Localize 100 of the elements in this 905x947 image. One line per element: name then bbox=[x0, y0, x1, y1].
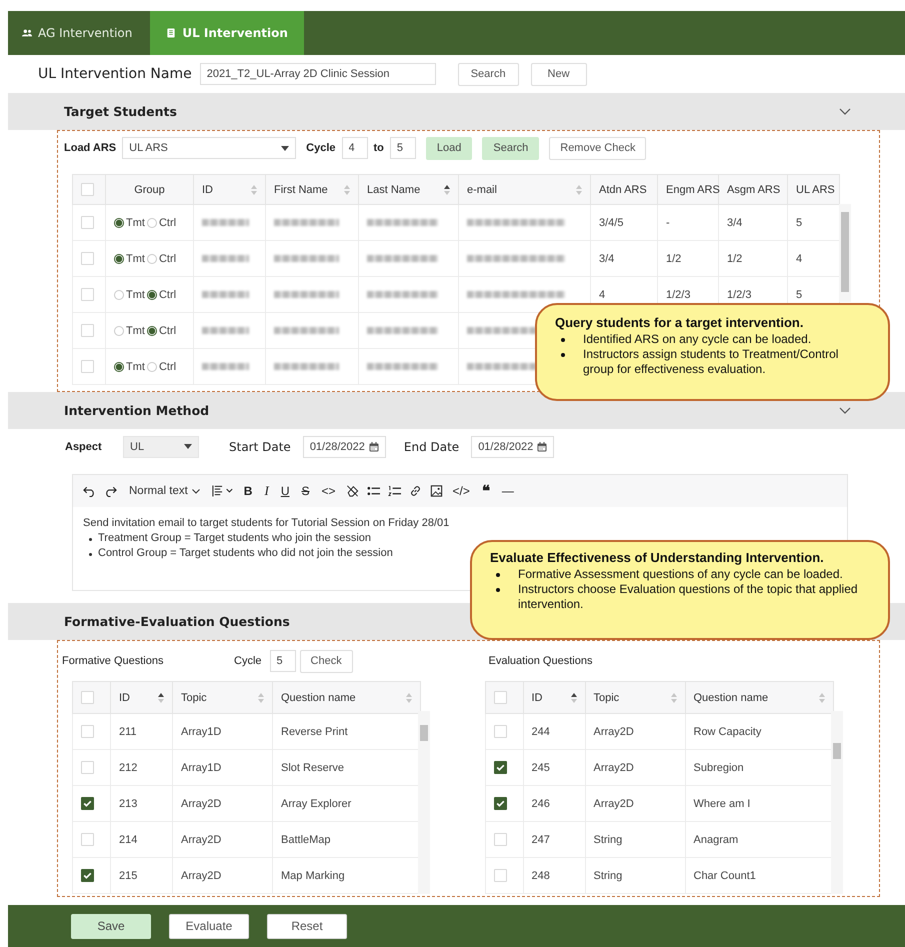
radio-option[interactable]: Tmt bbox=[114, 360, 145, 372]
aspect-select[interactable]: UL bbox=[123, 436, 199, 458]
numbered-list-icon[interactable] bbox=[388, 485, 401, 497]
radio-option[interactable]: Ctrl bbox=[146, 324, 176, 336]
checkbox[interactable] bbox=[81, 797, 94, 810]
align-dropdown-icon[interactable] bbox=[212, 485, 234, 497]
chevron-icon[interactable] bbox=[839, 406, 851, 414]
scrollbar[interactable] bbox=[418, 711, 430, 894]
radio-button[interactable] bbox=[146, 326, 157, 336]
column-header[interactable]: ID bbox=[532, 692, 542, 704]
column-header[interactable]: ID bbox=[119, 692, 130, 704]
code-button[interactable]: — bbox=[500, 484, 516, 498]
radio-option[interactable]: Ctrl bbox=[146, 360, 176, 372]
table-cell: 3/4 bbox=[599, 252, 614, 264]
table-cell: 248 bbox=[532, 870, 550, 882]
nav-tab[interactable]: AG Intervention bbox=[8, 11, 150, 55]
radio-label: Tmt bbox=[126, 324, 145, 336]
scrollbar[interactable] bbox=[839, 204, 851, 302]
bullet-icon bbox=[561, 338, 565, 342]
column-header[interactable]: Topic bbox=[594, 692, 620, 704]
bold-button[interactable]: B bbox=[242, 484, 254, 498]
column-header[interactable]: Group bbox=[134, 184, 165, 196]
sort-icon[interactable] bbox=[570, 692, 576, 702]
column-header[interactable]: ID bbox=[202, 184, 213, 196]
code-button[interactable]: <> bbox=[320, 484, 338, 498]
radio-option[interactable]: Tmt bbox=[114, 216, 145, 228]
table-cell: Anagram bbox=[694, 834, 738, 846]
radio-label: Tmt bbox=[126, 360, 145, 372]
table-cell: 212 bbox=[119, 762, 138, 774]
bullet-list-icon[interactable] bbox=[366, 485, 380, 497]
bullet-icon bbox=[496, 588, 500, 592]
checkbox[interactable] bbox=[81, 869, 94, 882]
field-label: Load ARS bbox=[64, 142, 116, 154]
blurred-text bbox=[202, 291, 249, 298]
blurred-text bbox=[202, 363, 249, 370]
action-button[interactable]: Search bbox=[458, 62, 519, 86]
action-button[interactable]: Evaluate bbox=[169, 914, 249, 938]
blurred-text bbox=[274, 291, 339, 298]
check-button[interactable]: Check bbox=[300, 650, 353, 672]
eraser-icon[interactable] bbox=[346, 485, 359, 497]
radio-option[interactable]: Ctrl bbox=[146, 252, 176, 264]
radio-button[interactable] bbox=[114, 362, 124, 372]
redo-icon[interactable] bbox=[104, 485, 117, 497]
table-cell: Array1D bbox=[181, 726, 222, 738]
name-field[interactable]: 2021_T2_UL-Array 2D Clinic Session bbox=[200, 63, 436, 85]
table-cell: Array2D bbox=[181, 834, 222, 846]
date-field[interactable]: 01/28/2022 bbox=[302, 436, 386, 458]
bullet-icon bbox=[496, 573, 500, 577]
code-button[interactable]: </> bbox=[450, 484, 472, 498]
table-cell: 214 bbox=[119, 834, 138, 846]
strike-button[interactable]: S bbox=[299, 484, 312, 498]
link-icon[interactable] bbox=[408, 485, 422, 497]
cycle-field[interactable]: 5 bbox=[390, 137, 416, 159]
table-cell: String bbox=[594, 870, 622, 882]
cycle-field[interactable]: 5 bbox=[270, 650, 296, 672]
table-cell: 213 bbox=[119, 798, 138, 810]
column-header[interactable]: Topic bbox=[181, 692, 207, 704]
action-button[interactable]: Load bbox=[426, 136, 472, 160]
radio-option[interactable]: Tmt bbox=[114, 288, 145, 300]
section-title: Target Students bbox=[64, 104, 177, 119]
radio-option[interactable]: Tmt bbox=[114, 252, 145, 264]
table-cell: 3/4 bbox=[727, 216, 742, 228]
action-button[interactable]: Search bbox=[482, 136, 540, 160]
sort-icon[interactable] bbox=[158, 692, 164, 702]
column-header[interactable]: e-mail bbox=[467, 184, 497, 196]
radio-button[interactable] bbox=[146, 290, 157, 300]
table-cell: 5 bbox=[796, 216, 802, 228]
scrollbar[interactable] bbox=[830, 711, 842, 894]
image-icon[interactable] bbox=[430, 485, 443, 497]
action-button[interactable]: New bbox=[530, 62, 587, 86]
cycle-field[interactable]: 4 bbox=[342, 137, 368, 159]
callout-bullet: Identified ARS on any cycle can be loaded. bbox=[583, 332, 812, 347]
sort-icon[interactable] bbox=[444, 184, 450, 194]
text-style-dropdown[interactable]: Normal text bbox=[125, 485, 204, 497]
section-header[interactable]: Intervention Method bbox=[8, 392, 905, 429]
action-button[interactable]: Save bbox=[71, 914, 151, 938]
section-header[interactable]: Target Students bbox=[8, 93, 905, 130]
column-header[interactable]: Question name bbox=[281, 692, 356, 704]
radio-label: Ctrl bbox=[158, 216, 176, 228]
quote-button[interactable]: ❝ bbox=[480, 482, 492, 500]
radio-option[interactable]: Ctrl bbox=[146, 216, 176, 228]
radio-button[interactable] bbox=[114, 218, 124, 228]
checkbox[interactable] bbox=[494, 761, 506, 774]
ars-select[interactable]: UL ARS bbox=[122, 137, 296, 159]
radio-option[interactable]: Ctrl bbox=[146, 288, 176, 300]
table-cell: 1/2 bbox=[666, 252, 682, 264]
date-field[interactable]: 01/28/2022 bbox=[471, 436, 554, 458]
action-button[interactable]: Reset bbox=[267, 914, 347, 938]
underline-button[interactable]: U bbox=[278, 484, 292, 498]
checkbox[interactable] bbox=[494, 797, 506, 810]
section-title: Intervention Method bbox=[64, 403, 210, 418]
radio-option[interactable]: Tmt bbox=[114, 324, 145, 336]
undo-icon[interactable] bbox=[83, 485, 96, 497]
radio-button[interactable] bbox=[114, 254, 124, 264]
action-button[interactable]: Remove Check bbox=[549, 136, 646, 160]
italic-button[interactable]: I bbox=[262, 483, 271, 499]
table-cell: Array1D bbox=[181, 762, 222, 774]
column-header[interactable]: Question name bbox=[694, 692, 768, 704]
radio-label: Ctrl bbox=[158, 324, 176, 336]
chevron-icon[interactable] bbox=[839, 108, 851, 116]
